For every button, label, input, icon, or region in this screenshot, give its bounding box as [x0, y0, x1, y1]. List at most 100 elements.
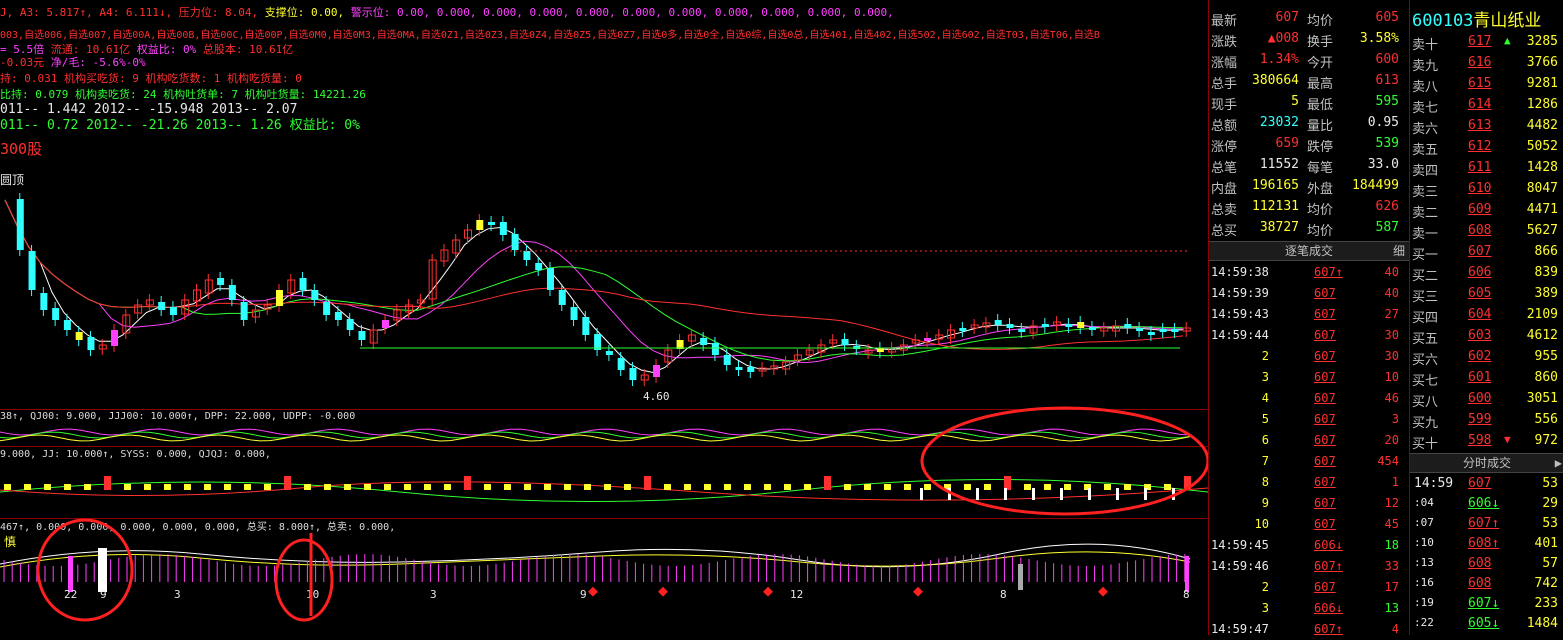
order-price: 610 — [1468, 181, 1492, 196]
ts-price: 607↓ — [1468, 596, 1500, 611]
tick-volume: 46 — [1384, 391, 1399, 405]
order-price: 611 — [1468, 160, 1492, 175]
candle-body — [1124, 324, 1132, 328]
tick-price: 607 — [1314, 370, 1336, 384]
quote-value: ▲008 — [1267, 31, 1299, 46]
order-price: 613 — [1468, 118, 1492, 133]
order-level: 卖九 — [1412, 59, 1439, 74]
tick-price: 607 — [1314, 496, 1336, 510]
order-row[interactable]: 买七 601 860 — [1410, 368, 1563, 389]
order-row[interactable]: 买四 604 2109 — [1410, 305, 1563, 326]
bottom-count-label: 9 — [580, 588, 587, 601]
detail-button[interactable]: 细 — [1393, 242, 1405, 260]
tick-volume: 17 — [1384, 580, 1399, 594]
tick-volume: 40 — [1384, 286, 1399, 300]
signal-bar — [304, 484, 311, 490]
quote-label: 量比 — [1307, 119, 1334, 134]
signal-bar — [1172, 488, 1175, 500]
indicator-line — [0, 551, 1191, 568]
order-row[interactable]: 买三 605 389 — [1410, 284, 1563, 305]
signal-bar — [144, 484, 151, 490]
candle-body — [323, 302, 331, 315]
ts-volume: 1484 — [1526, 616, 1558, 631]
order-volume: 4612 — [1526, 328, 1558, 343]
tick-row: 3 606↓ 13 — [1209, 598, 1409, 619]
order-row[interactable]: 买十 598 ▼ 972 — [1410, 431, 1563, 452]
timeshare-row: :16 608 742 — [1410, 574, 1563, 595]
diamond-marker — [658, 586, 668, 597]
order-price: 608 — [1468, 223, 1492, 238]
candle-body — [75, 332, 83, 340]
signal-bar — [44, 484, 51, 490]
indicator-panel-2[interactable] — [0, 462, 1208, 518]
candle-body — [16, 199, 24, 250]
arrow-right-icon[interactable]: ▶ — [1555, 454, 1562, 472]
tick-header[interactable]: 逐笔成交 细 — [1209, 241, 1409, 261]
quote-label: 今开 — [1307, 56, 1334, 71]
candlestick-chart[interactable]: 4.60 — [0, 150, 1208, 410]
kline-chart-area[interactable]: J, A3: 5.817↑, A4: 6.111↓, 压力位: 8.04, 支撑… — [0, 0, 1209, 635]
sub2-header: 9.000, JJ: 10.000↑, SYSS: 0.000, QJQJ: 0… — [0, 449, 271, 460]
stock-code: 600103青山纸业 — [1412, 11, 1542, 31]
quote-value: 184499 — [1352, 178, 1399, 193]
order-volume: 9281 — [1526, 76, 1558, 91]
bottom-count-label: 9 — [100, 588, 107, 601]
order-row[interactable]: 卖四 611 1428 — [1410, 158, 1563, 179]
order-row[interactable]: 卖一 608 5627 — [1410, 221, 1563, 242]
order-row[interactable]: 卖七 614 1286 — [1410, 95, 1563, 116]
quote-value: 0.95 — [1367, 115, 1399, 130]
order-row[interactable]: 卖二 609 4471 — [1410, 200, 1563, 221]
order-price: 609 — [1468, 202, 1492, 217]
order-row[interactable]: 卖九 616 3766 — [1410, 53, 1563, 74]
order-row[interactable]: 买二 606 839 — [1410, 263, 1563, 284]
bottom-count-label: 10 — [306, 588, 319, 601]
candle-body — [535, 263, 543, 270]
signal-bar — [884, 484, 891, 490]
indicator-panel-3[interactable]: 22 9 3 10 3 9 12 8 8 — [0, 534, 1208, 634]
signal-bar — [564, 484, 571, 490]
indicator-text: 机构吐货单: 7 — [156, 88, 238, 101]
tick-volume: 13 — [1384, 601, 1399, 615]
tick-time: 10 — [1254, 517, 1269, 531]
indicator-panel-1[interactable] — [0, 424, 1208, 446]
order-row[interactable]: 卖十 617 ▲ 3285 — [1410, 32, 1563, 53]
order-row[interactable]: 买一 607 866 — [1410, 242, 1563, 263]
indicator-text: 支撑位: 0.00, — [258, 6, 345, 19]
signal-bar — [1124, 484, 1131, 490]
order-price: 602 — [1468, 349, 1492, 364]
tick-row: 8 607 1 — [1209, 472, 1409, 493]
timeshare-row: :22 605↓ 1484 — [1410, 614, 1563, 635]
order-level: 买五 — [1412, 332, 1439, 347]
order-price: 616 — [1468, 55, 1492, 70]
order-row[interactable]: 买六 602 955 — [1410, 347, 1563, 368]
order-row[interactable]: 买九 599 556 — [1410, 410, 1563, 431]
order-row[interactable]: 卖五 612 5052 — [1410, 137, 1563, 158]
indicator-line — [0, 543, 1191, 568]
tick-time: 2 — [1261, 349, 1269, 363]
tick-row: 9 607 12 — [1209, 493, 1409, 514]
tick-row: 3 607 10 — [1209, 367, 1409, 388]
order-row[interactable]: 买八 600 3051 — [1410, 389, 1563, 410]
order-row[interactable]: 卖八 615 9281 — [1410, 74, 1563, 95]
quote-value: 607 — [1275, 10, 1299, 25]
indicator-line-1: J, A3: 5.817↑, A4: 6.111↓, 压力位: 8.04, 支撑… — [0, 6, 894, 19]
order-row[interactable]: 卖六 613 4482 — [1410, 116, 1563, 137]
tick-volume: 40 — [1384, 265, 1399, 279]
order-price: 599 — [1468, 412, 1492, 427]
tick-volume: 454 — [1377, 454, 1399, 468]
bottom-count-label: 22 — [64, 588, 77, 601]
signal-bar — [948, 488, 951, 500]
tick-price: 607 — [1314, 328, 1336, 342]
quote-label: 跌停 — [1307, 140, 1334, 155]
order-level: 卖一 — [1412, 227, 1439, 242]
tick-row: 14:59:39 607 40 — [1209, 283, 1409, 304]
candle-body — [476, 220, 484, 230]
tick-price: 607 — [1314, 454, 1336, 468]
order-level: 卖五 — [1412, 143, 1439, 158]
indicator-text: 机构吃货量: 0 — [220, 72, 302, 85]
order-row[interactable]: 买五 603 4612 — [1410, 326, 1563, 347]
order-row[interactable]: 卖三 610 8047 — [1410, 179, 1563, 200]
tick-row: 2 607 30 — [1209, 346, 1409, 367]
timeshare-header[interactable]: 分时成交 ▶ — [1410, 453, 1563, 473]
signal-bar — [804, 484, 811, 490]
